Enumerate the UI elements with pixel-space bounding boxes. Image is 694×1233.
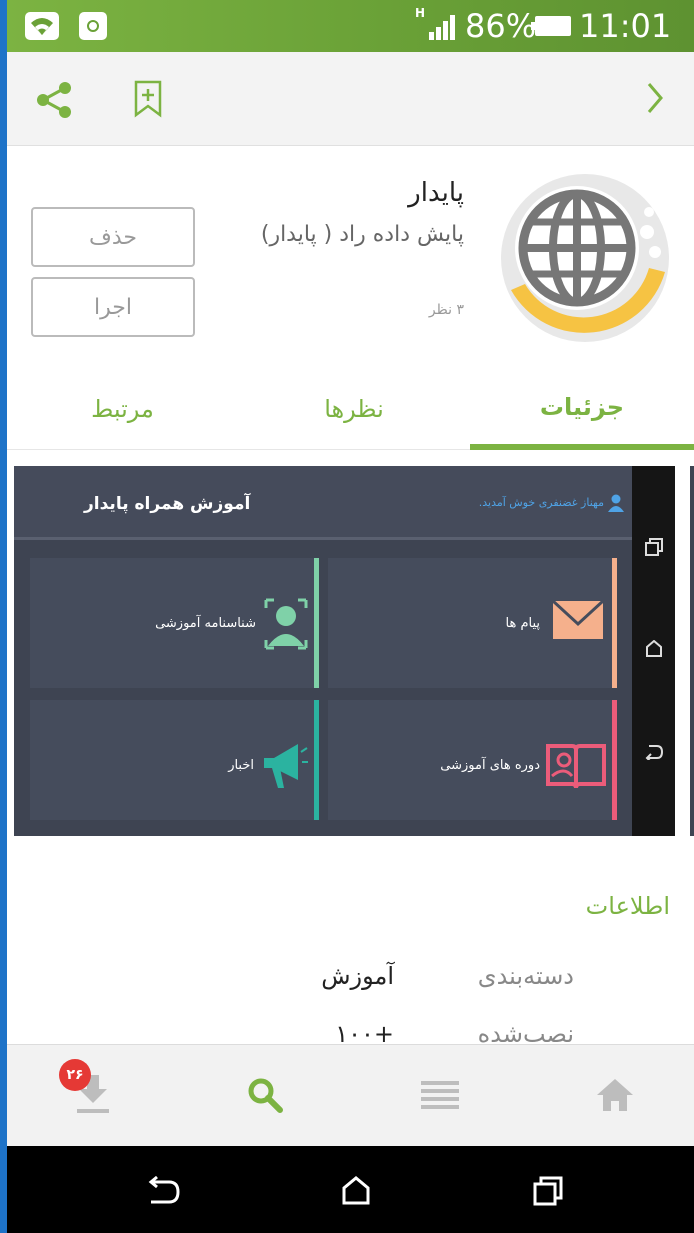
system-back-icon[interactable] [145,1176,181,1206]
system-recents-icon[interactable] [533,1176,563,1206]
system-nav-bar [7,1146,694,1233]
screenshot-content: آموزش همراه پایدار مهناز غضنفری خوش آمدی… [14,466,632,836]
app-name: پایدار [408,178,464,208]
home-icon[interactable] [595,1077,635,1113]
share-icon[interactable] [35,80,75,120]
screenshot-nav-bar [632,466,675,836]
search-icon[interactable] [247,1077,283,1113]
tile-label: دوره های آموزشی [440,758,540,773]
tab-reviews[interactable]: نظرها [238,370,470,448]
back-icon [645,745,663,760]
recents-icon [645,538,663,556]
next-screenshot-peek[interactable] [690,466,694,836]
screenshot-tile-news: اخبار [30,700,319,820]
info-value-category: آموزش [321,962,394,990]
app-screenshot[interactable]: آموزش همراه پایدار مهناز غضنفری خوش آمدی… [14,466,675,836]
sim-card-icon [79,12,107,40]
chevron-right-icon[interactable] [643,80,667,116]
downloads-badge: ۲۶ [59,1059,91,1091]
tile-label: اخبار [228,758,254,773]
status-bar: H 86% 11:01 AM [7,0,694,78]
screenshot-tile-courses: دوره های آموزشی [328,700,617,820]
bookmark-add-icon[interactable] [133,80,163,118]
list-icon[interactable] [421,1081,459,1111]
wifi-icon [25,12,59,40]
info-section-title: اطلاعات [585,892,670,920]
bottom-navigation: ۲۶ [7,1044,694,1146]
developer-name[interactable]: پایش داده راد ( پایدار) [261,222,464,247]
tab-bar: مرتبط نظرها جزئیات [7,370,694,450]
megaphone-icon [264,744,308,788]
delete-button[interactable]: حذف [31,207,195,267]
system-home-icon[interactable] [341,1176,371,1206]
info-key-category: دسته‌بندی [477,962,574,990]
screenshot-welcome: مهناز غضنفری خوش آمدید. [478,496,604,509]
home-outline-icon [646,640,662,657]
run-button[interactable]: اجرا [31,277,195,337]
screenshot-title: آموزش همراه پایدار [84,494,251,514]
tab-related[interactable]: مرتبط [7,370,238,448]
clock-time: 11:01 [579,7,672,45]
open-book-icon [546,744,606,789]
tile-label: پیام ها [505,616,541,631]
battery-icon [531,16,571,36]
review-count: ۳ نظر [428,302,464,318]
id-card-icon [264,598,308,650]
user-icon [608,494,624,512]
network-type: H [415,6,426,20]
screenshot-tile-id-card: شناسنامه آموزشی [30,558,319,688]
app-screen: H 86% 11:01 AM [7,0,694,1233]
battery-percent: 86% [465,7,537,45]
tab-details[interactable]: جزئیات [470,370,694,450]
toolbar [7,52,694,146]
screenshot-header: آموزش همراه پایدار مهناز غضنفری خوش آمدی… [14,466,632,540]
signal-icon [429,15,455,40]
app-icon [499,172,671,344]
tile-label: شناسنامه آموزشی [155,616,256,631]
envelope-icon [552,600,604,639]
screenshot-tile-messages: پیام ها [328,558,617,688]
